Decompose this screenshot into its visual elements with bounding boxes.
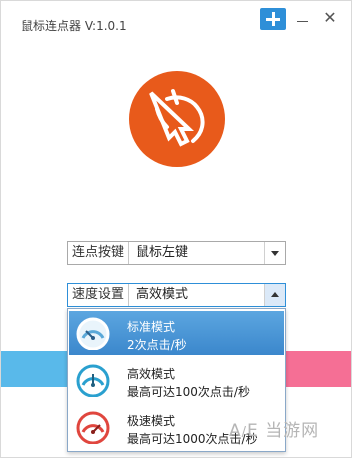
option-name: 极速模式 — [127, 414, 176, 428]
option-name: 高效模式 — [127, 367, 176, 381]
dropdown-arrow[interactable] — [264, 284, 285, 306]
watermark: A/E 当游网 — [229, 421, 320, 441]
gauge-icon — [76, 317, 110, 350]
option-desc: 2次点击/秒 — [127, 338, 187, 352]
option-name: 标准模式 — [127, 320, 176, 334]
window-title: 鼠标连点器 V:1.0.1 — [21, 19, 127, 33]
speed-setting-select[interactable]: 速度设置 高效模式 — [67, 283, 286, 307]
chevron-down-icon — [271, 251, 279, 256]
add-icon[interactable] — [260, 8, 286, 30]
click-button-label: 连点按键 — [68, 242, 129, 264]
chevron-up-icon — [271, 292, 279, 297]
option-desc: 最高可达100次点击/秒 — [127, 385, 250, 399]
app-window: 鼠标连点器 V:1.0.1 ✕ 连点按键 鼠标左键 速度设置 高效模式 标准模式… — [0, 0, 352, 458]
minimize-button[interactable] — [291, 8, 315, 30]
mouse-logo-icon — [129, 71, 225, 167]
speed-option-efficient[interactable]: 高效模式 最高可达100次点击/秒 — [69, 358, 284, 402]
gauge-icon — [76, 411, 110, 444]
speed-setting-label: 速度设置 — [68, 284, 129, 306]
dropdown-arrow[interactable] — [264, 242, 285, 264]
speed-option-standard[interactable]: 标准模式 2次点击/秒 — [69, 311, 284, 355]
gauge-icon — [76, 364, 110, 397]
click-button-select[interactable]: 连点按键 鼠标左键 — [67, 241, 286, 265]
click-button-value: 鼠标左键 — [136, 245, 189, 260]
close-button[interactable]: ✕ — [319, 7, 341, 29]
speed-setting-value: 高效模式 — [136, 287, 189, 302]
